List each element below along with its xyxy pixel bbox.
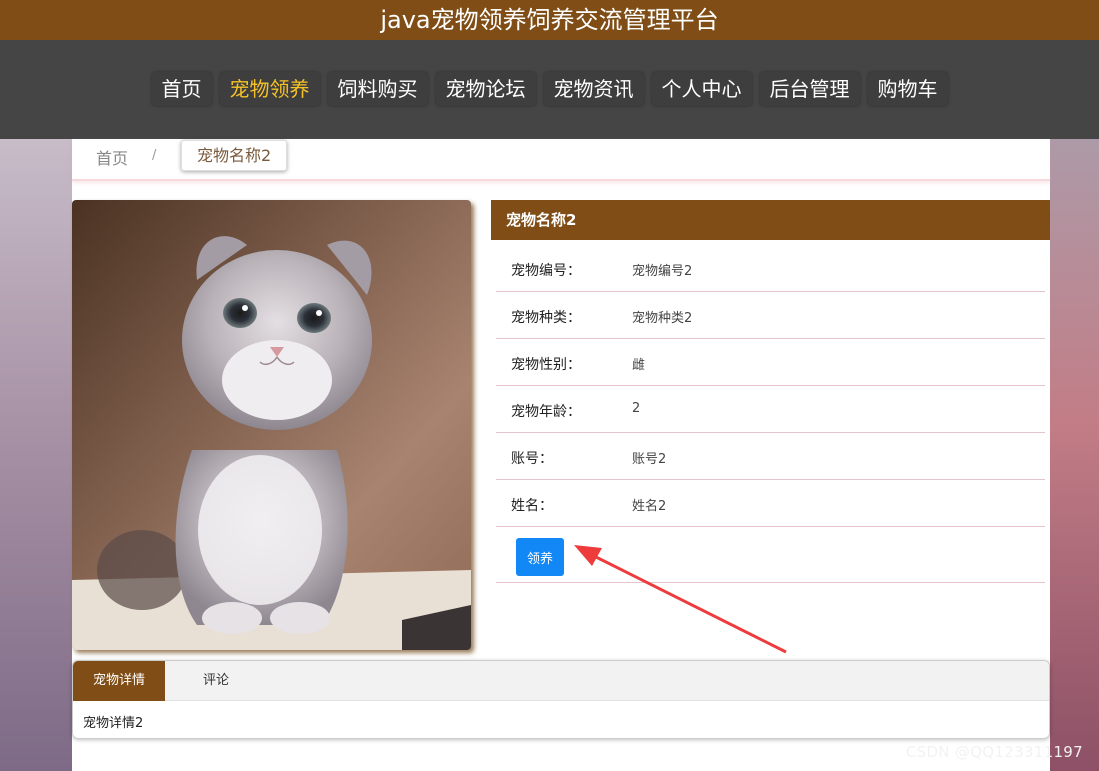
info-value: 2 bbox=[632, 401, 641, 416]
nav-list: 首页 宠物领养 饲料购买 宠物论坛 宠物资讯 个人中心 后台管理 购物车 bbox=[0, 72, 1099, 106]
nav-item-home[interactable]: 首页 bbox=[151, 72, 212, 106]
info-row-account: 账号： 账号2 bbox=[496, 433, 1045, 480]
info-key: 姓名： bbox=[511, 498, 553, 514]
info-key: 宠物性别： bbox=[511, 357, 581, 373]
tab-bar: 宠物详情 评论 bbox=[73, 661, 1049, 701]
info-value: 雌 bbox=[632, 358, 646, 373]
tab-content: 宠物详情2 bbox=[83, 716, 144, 731]
breadcrumb: 首页 / 宠物名称2 bbox=[72, 139, 1050, 181]
main-nav: 首页 宠物领养 饲料购买 宠物论坛 宠物资讯 个人中心 后台管理 购物车 bbox=[0, 40, 1099, 139]
nav-item-personal-center[interactable]: 个人中心 bbox=[651, 72, 752, 106]
breadcrumb-separator: / bbox=[152, 148, 157, 163]
pet-photo bbox=[72, 200, 471, 650]
watermark: CSDN @QQ123311197 bbox=[905, 743, 1083, 761]
content-container: 首页 / 宠物名称2 宠物名称2 宠物编号： 宠物编号2 宠物种类： 宠物种类2… bbox=[72, 139, 1050, 771]
info-value: 账号2 bbox=[632, 452, 667, 467]
detail-tabs: 宠物详情 评论 宠物详情2 bbox=[72, 660, 1050, 739]
adopt-row: 领养 bbox=[496, 527, 1045, 583]
nav-item-admin[interactable]: 后台管理 bbox=[759, 72, 860, 106]
info-key: 账号： bbox=[511, 451, 553, 467]
nav-item-feed-purchase[interactable]: 饲料购买 bbox=[327, 72, 428, 106]
info-row-pet-age: 宠物年龄： 2 bbox=[496, 386, 1045, 433]
nav-item-pet-forum[interactable]: 宠物论坛 bbox=[435, 72, 536, 106]
info-key: 宠物编号： bbox=[511, 263, 581, 279]
tab-comments[interactable]: 评论 bbox=[165, 661, 267, 701]
info-value: 宠物编号2 bbox=[632, 264, 693, 279]
nav-item-pet-adoption[interactable]: 宠物领养 bbox=[219, 72, 320, 106]
info-row-pet-gender: 宠物性别： 雌 bbox=[496, 339, 1045, 386]
background-left bbox=[0, 139, 72, 771]
adopt-button[interactable]: 领养 bbox=[516, 538, 564, 576]
pet-info-list: 宠物编号： 宠物编号2 宠物种类： 宠物种类2 宠物性别： 雌 宠物年龄： 2 … bbox=[496, 245, 1045, 583]
info-key: 宠物年龄： bbox=[511, 404, 581, 420]
tab-pet-details[interactable]: 宠物详情 bbox=[73, 661, 165, 701]
info-value: 姓名2 bbox=[632, 499, 667, 514]
nav-item-pet-news[interactable]: 宠物资讯 bbox=[543, 72, 644, 106]
site-title: java宠物领养饲养交流管理平台 bbox=[0, 0, 1099, 40]
pet-name-header: 宠物名称2 bbox=[491, 200, 1050, 240]
breadcrumb-current: 宠物名称2 bbox=[181, 140, 288, 171]
info-row-name: 姓名： 姓名2 bbox=[496, 480, 1045, 527]
info-row-pet-species: 宠物种类： 宠物种类2 bbox=[496, 292, 1045, 339]
info-row-pet-number: 宠物编号： 宠物编号2 bbox=[496, 245, 1045, 292]
kitten-photo-icon bbox=[72, 200, 471, 650]
info-value: 宠物种类2 bbox=[632, 311, 693, 326]
background-right bbox=[1050, 139, 1099, 771]
breadcrumb-home[interactable]: 首页 bbox=[96, 145, 128, 169]
nav-item-cart[interactable]: 购物车 bbox=[867, 72, 948, 106]
info-key: 宠物种类： bbox=[511, 310, 581, 326]
